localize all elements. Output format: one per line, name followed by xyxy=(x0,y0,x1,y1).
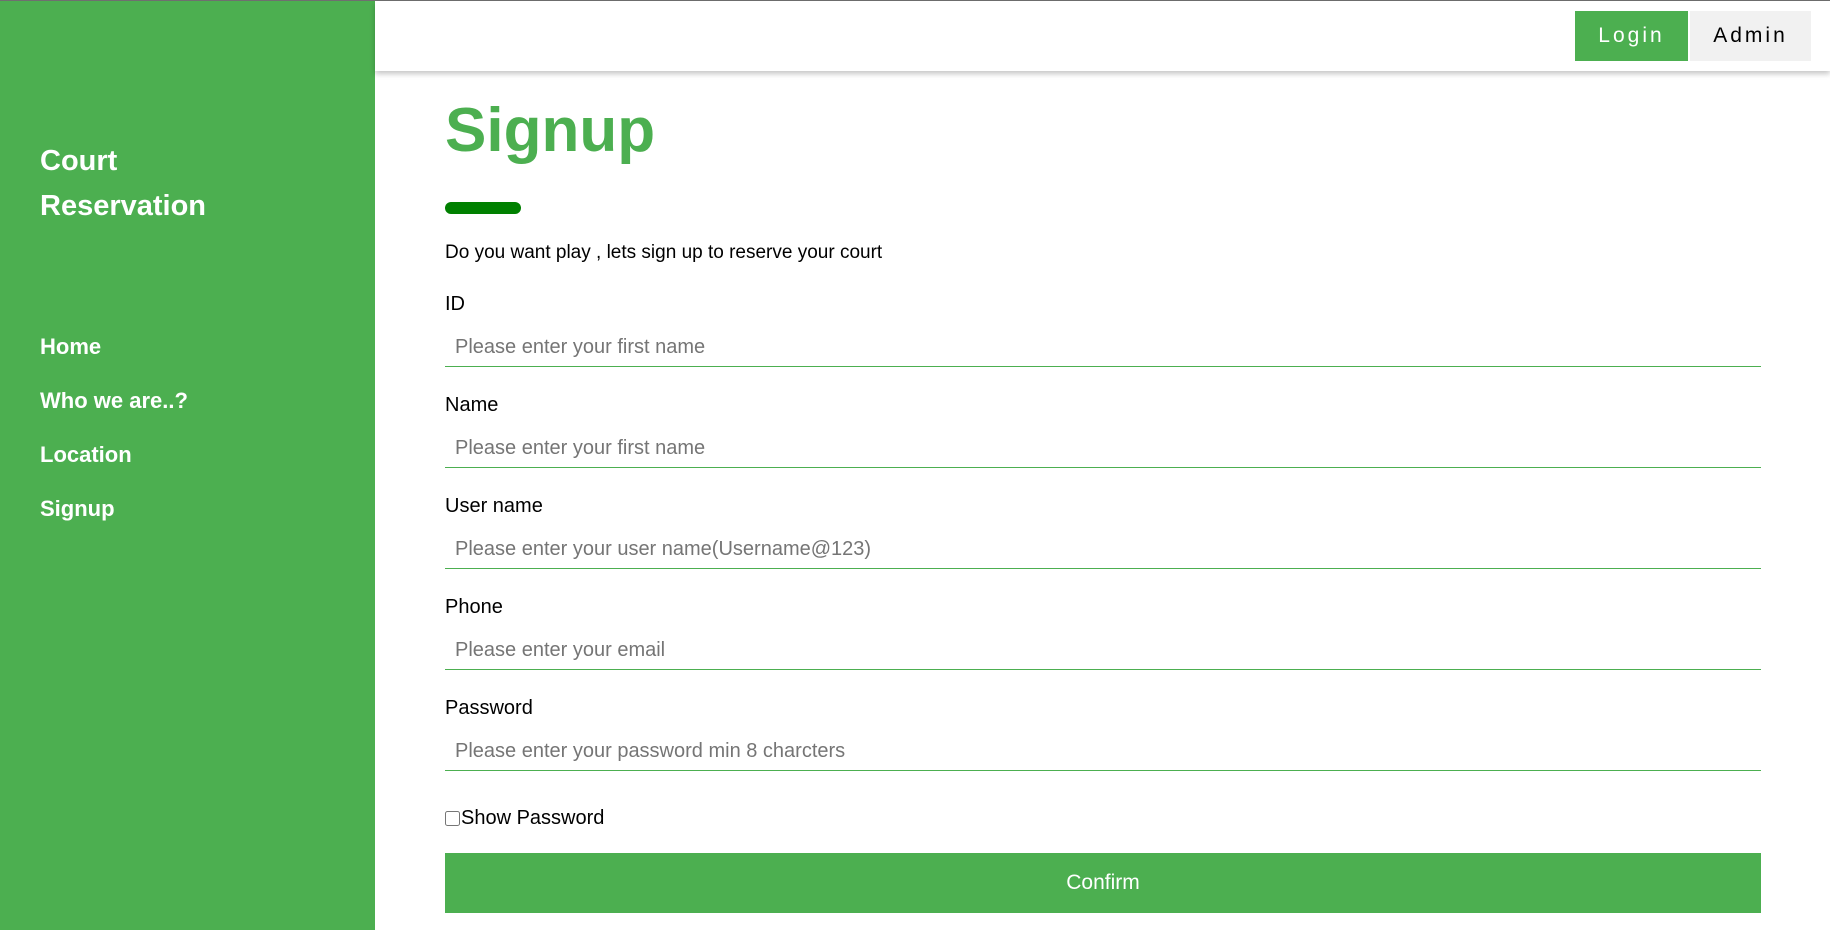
brand-line-2: Reservation xyxy=(40,190,207,222)
sidebar-item-location[interactable]: Location xyxy=(40,438,188,492)
show-password-option[interactable]: Show Password xyxy=(445,806,604,830)
top-bar: Login Admin xyxy=(375,1,1830,71)
page-title: Signup xyxy=(445,96,656,165)
id-label: ID xyxy=(445,293,465,315)
phone-label: Phone xyxy=(445,596,503,618)
phone-field-group: Phone xyxy=(445,595,1761,670)
name-input[interactable] xyxy=(445,429,1761,468)
confirm-button[interactable]: Confirm xyxy=(445,853,1761,913)
sidebar-item-home[interactable]: Home xyxy=(40,330,188,384)
sidebar: Court Reservation Home Who we are..? Loc… xyxy=(0,1,375,930)
brand-title: Court Reservation xyxy=(40,139,340,229)
id-input[interactable] xyxy=(445,328,1761,367)
name-label: Name xyxy=(445,394,499,416)
show-password-checkbox[interactable] xyxy=(445,810,460,826)
username-field-group: User name xyxy=(445,494,1761,569)
id-field-group: ID xyxy=(445,292,1761,367)
username-input[interactable] xyxy=(445,530,1761,569)
brand-line-1: Court xyxy=(40,145,118,177)
password-field-group: Password xyxy=(445,696,1761,771)
username-label: User name xyxy=(445,495,543,517)
show-password-label: Show Password xyxy=(461,807,605,829)
title-underline xyxy=(445,202,521,214)
sidebar-item-signup[interactable]: Signup xyxy=(40,492,188,546)
password-input[interactable] xyxy=(445,732,1761,771)
phone-input[interactable] xyxy=(445,631,1761,670)
login-button[interactable]: Login xyxy=(1575,11,1688,61)
sidebar-nav: Home Who we are..? Location Signup xyxy=(40,330,188,546)
sidebar-item-who-we-are[interactable]: Who we are..? xyxy=(40,384,188,438)
page-subtitle: Do you want play , lets sign up to reser… xyxy=(445,242,883,263)
admin-button[interactable]: Admin xyxy=(1690,11,1811,61)
name-field-group: Name xyxy=(445,393,1761,468)
password-label: Password xyxy=(445,697,533,719)
